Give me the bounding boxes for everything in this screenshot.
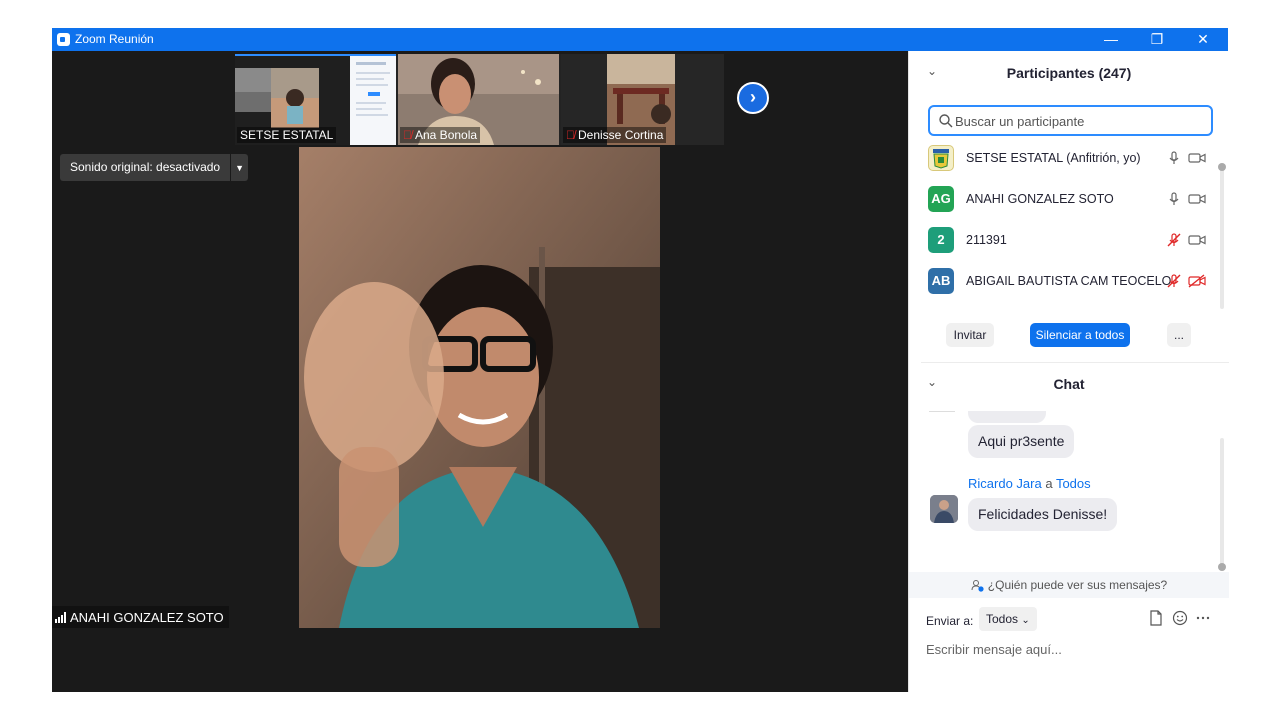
chat-title: Chat	[1053, 376, 1085, 392]
video-camera-off-icon[interactable]	[1188, 274, 1206, 288]
participant-avatar: AG	[928, 186, 954, 212]
window-title: Zoom Reunión	[75, 32, 154, 46]
search-icon	[939, 114, 953, 128]
emoji-icon[interactable]	[1171, 609, 1189, 627]
chevron-down-icon[interactable]: ▼	[230, 154, 248, 181]
person-info-icon	[971, 580, 984, 592]
video-camera-icon[interactable]	[1188, 233, 1206, 247]
message-separator	[929, 411, 955, 412]
chat-scrollbar[interactable]	[1220, 438, 1224, 566]
chat-header: ⌄ Chat	[909, 369, 1229, 399]
thumbnail-strip: SETSE ESTATAL 🎙̸ Ana Bonola 🎙̸ Denisse C…	[235, 54, 724, 145]
participant-name: SETSE ESTATAL (Anfitrión, yo)	[966, 151, 1141, 165]
restore-button[interactable]: ❐	[1134, 28, 1180, 51]
close-button[interactable]: ✕	[1180, 28, 1226, 51]
participant-row[interactable]: AB ABIGAIL BAUTISTA CAM TEOCELO	[909, 263, 1219, 304]
participant-row[interactable]: AG ANAHI GONZALEZ SOTO	[909, 181, 1219, 222]
video-thumbnail[interactable]: 🎙̸ Ana Bonola	[398, 54, 559, 145]
recipient-name: Todos	[1055, 476, 1091, 491]
mic-muted-icon: 🎙̸	[403, 128, 412, 142]
file-icon[interactable]	[1147, 609, 1165, 627]
zoom-window: Zoom Reunión — ❐ ✕ SETSE ESTATAL 🎙̸ Ana …	[52, 28, 1229, 692]
participant-row[interactable]: SETSE ESTATAL (Anfitrión, yo)	[909, 140, 1219, 181]
host-avatar	[928, 145, 954, 171]
more-options-button[interactable]: ...	[1167, 323, 1191, 347]
more-icon[interactable]	[1194, 609, 1212, 627]
video-camera-icon[interactable]	[1188, 192, 1206, 206]
chat-sender: Ricardo Jara a Todos	[968, 476, 1091, 491]
active-speaker-name: ANAHI GONZALEZ SOTO	[70, 609, 224, 625]
participant-name: ANAHI GONZALEZ SOTO	[966, 192, 1114, 206]
thumbnail-name: SETSE ESTATAL	[237, 127, 337, 143]
user-photo-icon	[930, 495, 958, 523]
participant-name: 211391	[966, 233, 1007, 247]
invite-button[interactable]: Invitar	[946, 323, 994, 347]
microphone-icon[interactable]	[1165, 151, 1183, 165]
chat-message-input[interactable]	[926, 642, 1216, 657]
main-speaker-video	[299, 147, 660, 628]
microphone-icon[interactable]	[1165, 192, 1183, 206]
scrollbar-thumb[interactable]	[1218, 163, 1226, 171]
active-speaker-label: ANAHI GONZALEZ SOTO	[52, 606, 229, 628]
next-page-button[interactable]: ›	[737, 82, 769, 114]
participants-scrollbar[interactable]	[1220, 167, 1224, 309]
participant-list: SETSE ESTATAL (Anfitrión, yo) AG ANAHI G…	[909, 140, 1219, 308]
participants-header: ⌄ Participantes (247)	[909, 58, 1229, 88]
participant-avatar: AB	[928, 268, 954, 294]
section-divider	[921, 362, 1229, 363]
chat-message-partial	[968, 411, 1046, 423]
scrollbar-thumb[interactable]	[1218, 563, 1226, 571]
thumbnail-name: 🎙̸ Denisse Cortina	[563, 127, 667, 143]
recipient-select[interactable]: Todos ⌄	[979, 607, 1037, 631]
original-sound-toggle[interactable]: Sonido original: desactivado ▼	[60, 154, 249, 181]
mute-all-button[interactable]: Silenciar a todos	[1030, 323, 1130, 347]
participant-search[interactable]	[928, 105, 1213, 136]
participant-name: ABIGAIL BAUTISTA CAM TEOCELO	[966, 274, 1172, 288]
send-to-label: Enviar a:	[926, 614, 974, 628]
who-can-see-text: ¿Quién puede ver sus mensajes?	[987, 578, 1168, 592]
recipient-select-value: Todos	[986, 612, 1019, 626]
zoom-app-icon	[57, 33, 70, 46]
who-can-see-messages[interactable]: ¿Quién puede ver sus mensajes?	[909, 572, 1229, 598]
participant-avatar: 2	[928, 227, 954, 253]
original-sound-label: Sonido original: desactivado	[70, 160, 221, 174]
video-area: SETSE ESTATAL 🎙̸ Ana Bonola 🎙̸ Denisse C…	[52, 51, 908, 692]
participants-title: Participantes (247)	[1006, 65, 1132, 81]
thumbnail-name: 🎙̸ Ana Bonola	[400, 127, 481, 143]
title-bar: Zoom Reunión — ❐ ✕	[52, 28, 1228, 51]
participant-row[interactable]: 2 211391	[909, 222, 1219, 263]
participant-actions: Invitar Silenciar a todos ...	[909, 323, 1229, 349]
mic-muted-icon: 🎙̸	[566, 128, 575, 142]
chat-message: Felicidades Denisse!	[968, 498, 1118, 531]
side-panel: ⌄ Participantes (247) SETSE ESTATAL (An	[908, 51, 1229, 692]
video-camera-icon[interactable]	[1188, 151, 1206, 165]
sender-name: Ricardo Jara	[968, 476, 1042, 491]
connection-signal-icon	[55, 611, 66, 623]
microphone-muted-icon[interactable]	[1165, 274, 1183, 288]
chevron-down-icon: ⌄	[1021, 615, 1030, 626]
video-thumbnail[interactable]: SETSE ESTATAL	[235, 54, 396, 145]
speaker-video-feed	[299, 147, 660, 628]
chat-messages: Aqui pr3sente Ricardo Jara a Todos Felic…	[909, 411, 1221, 563]
chat-avatar	[930, 495, 958, 523]
sender-to-word: a	[1045, 476, 1053, 491]
thumbnail-name-text: Denisse Cortina	[578, 128, 664, 142]
microphone-muted-icon[interactable]	[1165, 233, 1183, 247]
chevron-right-icon: ›	[750, 87, 756, 107]
setse-logo-icon	[933, 149, 949, 169]
video-thumbnail[interactable]: 🎙̸ Denisse Cortina	[561, 54, 724, 145]
chat-message: Aqui pr3sente	[968, 425, 1075, 458]
thumbnail-name-text: Ana Bonola	[415, 128, 478, 142]
participant-search-input[interactable]	[955, 111, 1205, 131]
minimize-button[interactable]: —	[1088, 28, 1134, 51]
